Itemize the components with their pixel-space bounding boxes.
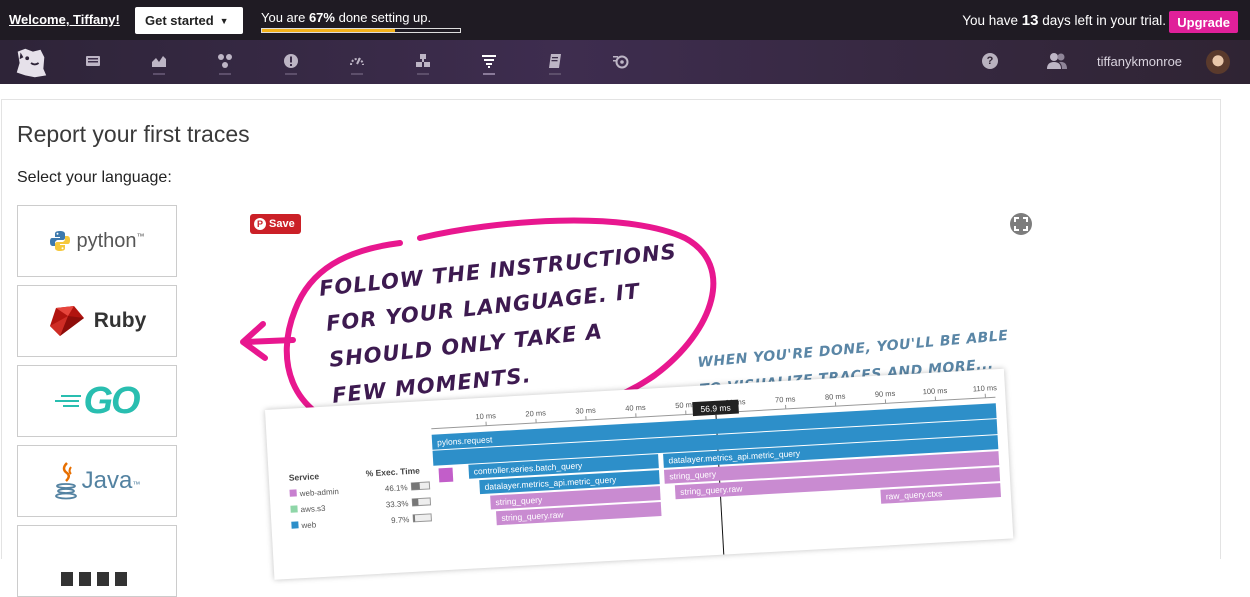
service-exec-pct: 46.1%	[385, 483, 408, 493]
trial-notice: You have 13 days left in your trial.	[962, 12, 1166, 29]
time-tick-label: 20 ms	[525, 408, 546, 418]
chevron-down-icon: ▼	[220, 16, 229, 26]
team-icon[interactable]	[1046, 52, 1068, 70]
python-trademark: ™	[137, 232, 145, 241]
avatar[interactable]	[1206, 50, 1230, 74]
get-started-dropdown[interactable]: Get started ▼	[135, 7, 243, 34]
integrations-icon[interactable]	[215, 51, 235, 71]
time-cursor-label: 56.9 ms	[700, 403, 731, 415]
select-language-label: Select your language:	[17, 169, 172, 187]
exec-time-header: % Exec. Time	[365, 465, 420, 478]
time-tick-label: 10 ms	[475, 411, 496, 421]
service-header: Service	[289, 471, 320, 483]
language-card-go[interactable]: GO	[17, 365, 177, 437]
ruby-label: Ruby	[94, 309, 147, 333]
apm-icon[interactable]	[479, 51, 499, 71]
username[interactable]: tiffanykmonroe	[1097, 54, 1182, 69]
service-name: web-admin	[298, 487, 339, 498]
dashboards-icon[interactable]	[83, 51, 103, 71]
time-tick-label: 80 ms	[825, 392, 846, 402]
language-card-ruby[interactable]: Ruby	[17, 285, 177, 357]
python-logo-icon	[49, 230, 71, 252]
language-card-node[interactable]	[17, 525, 177, 597]
node-logo-icon	[57, 558, 137, 588]
performance-icon[interactable]	[347, 51, 367, 71]
upgrade-button[interactable]: Upgrade	[1169, 11, 1238, 33]
metrics-icon[interactable]	[149, 51, 169, 71]
java-label: Java	[82, 467, 133, 495]
setup-progress-fill	[262, 29, 395, 32]
service-name: aws.s3	[300, 504, 326, 514]
setup-progress-text: You are 67% done setting up.	[261, 10, 431, 25]
synthetics-icon[interactable]	[611, 51, 631, 71]
service-exec-fill	[411, 482, 420, 489]
time-tick-label: 70 ms	[775, 394, 796, 404]
java-cup-icon	[54, 461, 80, 501]
time-tick-label: 100 ms	[922, 386, 947, 396]
python-label: python	[76, 230, 136, 253]
get-started-label: Get started	[145, 13, 214, 28]
language-card-python[interactable]: python™	[17, 205, 177, 277]
go-speed-lines-icon	[55, 393, 81, 409]
ruby-logo-icon	[48, 304, 86, 338]
infrastructure-icon[interactable]	[413, 51, 433, 71]
java-trademark: ™	[132, 480, 140, 489]
logs-icon[interactable]	[545, 51, 565, 71]
help-icon[interactable]: ?	[982, 53, 998, 69]
time-tick-label: 110 ms	[973, 383, 998, 393]
datadog-logo[interactable]	[12, 44, 50, 82]
setup-banner: Welcome, Tiffany! Get started ▼ You are …	[0, 0, 1250, 40]
service-exec-bar	[413, 514, 431, 522]
setup-progress-percent: 67%	[309, 10, 335, 25]
service-name: web	[300, 520, 317, 530]
setup-progress-bar	[261, 28, 461, 33]
time-tick-label: 90 ms	[875, 389, 896, 399]
service-swatch	[291, 521, 298, 528]
service-swatch	[289, 489, 296, 496]
service-exec-pct: 33.3%	[386, 499, 409, 509]
welcome-link[interactable]: Welcome, Tiffany!	[9, 12, 120, 27]
go-label: GO	[83, 380, 138, 423]
service-swatch	[290, 505, 297, 512]
span-bar	[439, 468, 454, 483]
main-navbar: ? tiffanykmonroe	[0, 40, 1250, 84]
service-exec-pct: 9.7%	[391, 515, 410, 525]
time-tick-label: 40 ms	[625, 403, 646, 413]
page-title: Report your first traces	[17, 121, 250, 148]
expand-icon[interactable]	[1009, 212, 1033, 236]
trial-days: 13	[1022, 12, 1039, 29]
monitors-icon[interactable]	[281, 51, 301, 71]
time-tick-label: 30 ms	[575, 406, 596, 416]
service-exec-fill	[412, 499, 418, 506]
language-card-java[interactable]: Java™	[17, 445, 177, 517]
